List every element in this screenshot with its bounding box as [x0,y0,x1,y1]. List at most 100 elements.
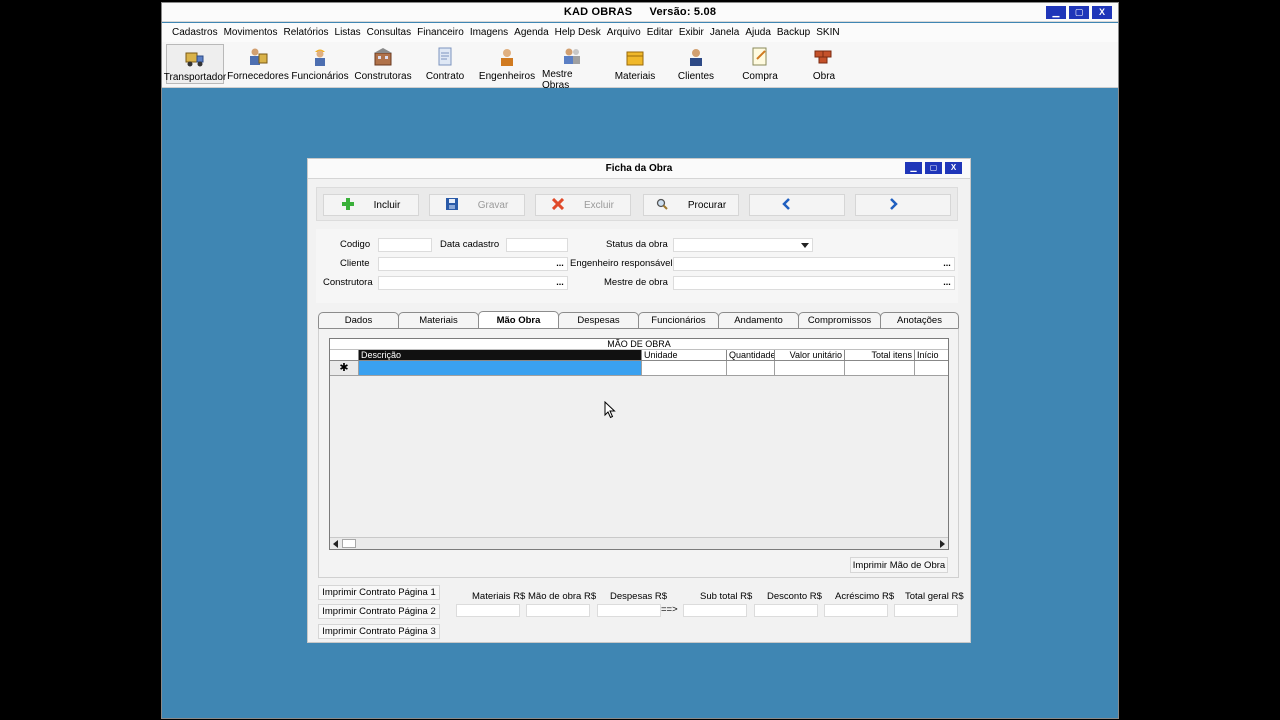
materiais-total-field [456,604,520,617]
menu-financeiro[interactable]: Financeiro [417,27,464,38]
construtora-input[interactable]: ... [378,276,568,290]
toolbar-funcionarios-button[interactable]: Funcionários [291,44,349,84]
cliente-input[interactable]: ... [378,257,568,271]
incluir-button[interactable]: Incluir [323,194,419,216]
desconto-field[interactable] [754,604,818,617]
toolbar-engenheiros-button[interactable]: Engenheiros [479,44,535,84]
worker-icon [309,46,331,68]
chevron-down-icon [801,243,809,248]
data-cadastro-input[interactable] [506,238,568,252]
menu-arquivo[interactable]: Arquivo [607,27,641,38]
tab-funcionarios[interactable]: Funcionários [638,312,719,328]
minimize-button[interactable]: ▁ [1046,6,1066,19]
tab-despesas[interactable]: Despesas [558,312,639,328]
window-close-button[interactable]: X [945,162,962,174]
window-titlebar: Ficha da Obra ▁ ▢ X [308,159,970,179]
subtotal-field [683,604,747,617]
gravar-button[interactable]: Gravar [429,194,525,216]
row-indicator-header [330,350,359,361]
toolbar-obra-button[interactable]: Obra [812,44,836,84]
mestre-obra-input[interactable]: ... [673,276,955,290]
cell-descricao[interactable] [359,361,642,376]
search-icon [656,198,668,213]
status-obra-select[interactable] [673,238,813,252]
construtora-lookup-button[interactable]: ... [554,277,566,289]
scroll-left-icon[interactable] [333,540,338,548]
toolbar-mestre-obras-button[interactable]: Mestre Obras [542,44,602,91]
imprimir-contrato-p2-button[interactable]: Imprimir Contrato Página 2 [318,604,440,619]
close-button[interactable]: X [1092,6,1112,19]
toolbar-clientes-button[interactable]: Clientes [676,44,716,84]
table-row[interactable]: ✱ [330,361,948,376]
mao-obra-grid[interactable]: MÃO DE OBRA Descrição Unidade Quantidade… [329,338,949,550]
menu-skin[interactable]: SKIN [816,27,839,38]
tab-materiais[interactable]: Materiais [398,312,479,328]
tab-andamento[interactable]: Andamento [718,312,799,328]
window-maximize-button[interactable]: ▢ [925,162,942,174]
toolbar-contrato-button[interactable]: Contrato [420,44,470,84]
maximize-button[interactable]: ▢ [1069,6,1089,19]
menu-exibir[interactable]: Exibir [679,27,704,38]
procurar-button[interactable]: Procurar [643,194,739,216]
col-quantidade[interactable]: Quantidade [727,350,775,361]
col-total-itens[interactable]: Total itens [845,350,915,361]
window-title: Ficha da Obra [605,163,673,174]
cell-inicio[interactable] [915,361,948,376]
menu-listas[interactable]: Listas [335,27,361,38]
imprimir-mao-obra-button[interactable]: Imprimir Mão de Obra [850,557,948,573]
menu-help-desk[interactable]: Help Desk [555,27,601,38]
imprimir-contrato-p3-button[interactable]: Imprimir Contrato Página 3 [318,624,440,639]
col-descricao[interactable]: Descrição [359,350,642,361]
mao-obra-total-label: Mão de obra R$ [528,591,597,602]
mestre-obra-lookup-button[interactable]: ... [941,277,953,289]
menu-cadastros[interactable]: Cadastros [172,27,218,38]
cell-valor-unitario[interactable] [775,361,845,376]
toolbar-construtoras-button[interactable]: Construtoras [353,44,413,84]
subtotal-label: Sub total R$ [700,591,753,602]
cliente-lookup-button[interactable]: ... [554,258,566,270]
grid-horizontal-scrollbar[interactable] [330,537,948,549]
col-unidade[interactable]: Unidade [642,350,727,361]
previous-record-button[interactable] [749,194,845,216]
col-valor-unitario[interactable]: Valor unitário [775,350,845,361]
toolbar-compra-button[interactable]: Compra [741,44,779,84]
bricks-icon [813,46,835,68]
toolbar-fornecedores-button[interactable]: Fornecedores [227,44,289,84]
toolbar-transportador-button[interactable]: Transportador [164,44,226,84]
tab-mao-obra[interactable]: Mão Obra [478,311,559,328]
ficha-da-obra-window: Ficha da Obra ▁ ▢ X Incluir Gravar Exclu… [307,158,971,643]
mao-obra-total-field [526,604,590,617]
next-record-button[interactable] [855,194,951,216]
tab-anotacoes[interactable]: Anotações [880,312,959,328]
menu-backup[interactable]: Backup [777,27,810,38]
menu-consultas[interactable]: Consultas [367,27,411,38]
toolbar-materiais-button[interactable]: Materiais [614,44,656,84]
menu-movimentos[interactable]: Movimentos [224,27,278,38]
new-row-marker: ✱ [330,361,359,376]
tab-compromissos[interactable]: Compromissos [798,312,881,328]
excluir-button[interactable]: Excluir [535,194,631,216]
scroll-thumb[interactable] [342,539,356,548]
engenheiro-input[interactable]: ... [673,257,955,271]
scroll-right-icon[interactable] [940,540,945,548]
menu-relatorios[interactable]: Relatórios [283,27,328,38]
cell-total-itens[interactable] [845,361,915,376]
menu-editar[interactable]: Editar [647,27,673,38]
imprimir-contrato-p1-button[interactable]: Imprimir Contrato Página 1 [318,585,440,600]
cell-quantidade[interactable] [727,361,775,376]
codigo-input[interactable] [378,238,432,252]
col-inicio[interactable]: Início [915,350,948,361]
main-toolbar: Transportador Fornecedores Funcionários … [162,42,1118,91]
acrescimo-field[interactable] [824,604,888,617]
menu-janela[interactable]: Janela [710,27,739,38]
menu-imagens[interactable]: Imagens [470,27,508,38]
cell-unidade[interactable] [642,361,727,376]
menu-ajuda[interactable]: Ajuda [745,27,771,38]
menu-agenda[interactable]: Agenda [514,27,548,38]
window-minimize-button[interactable]: ▁ [905,162,922,174]
app-title: KAD OBRAS [563,6,633,18]
client-icon [685,46,707,68]
data-cadastro-label: Data cadastro [440,239,500,250]
engenheiro-lookup-button[interactable]: ... [941,258,953,270]
tab-dados[interactable]: Dados [318,312,399,328]
